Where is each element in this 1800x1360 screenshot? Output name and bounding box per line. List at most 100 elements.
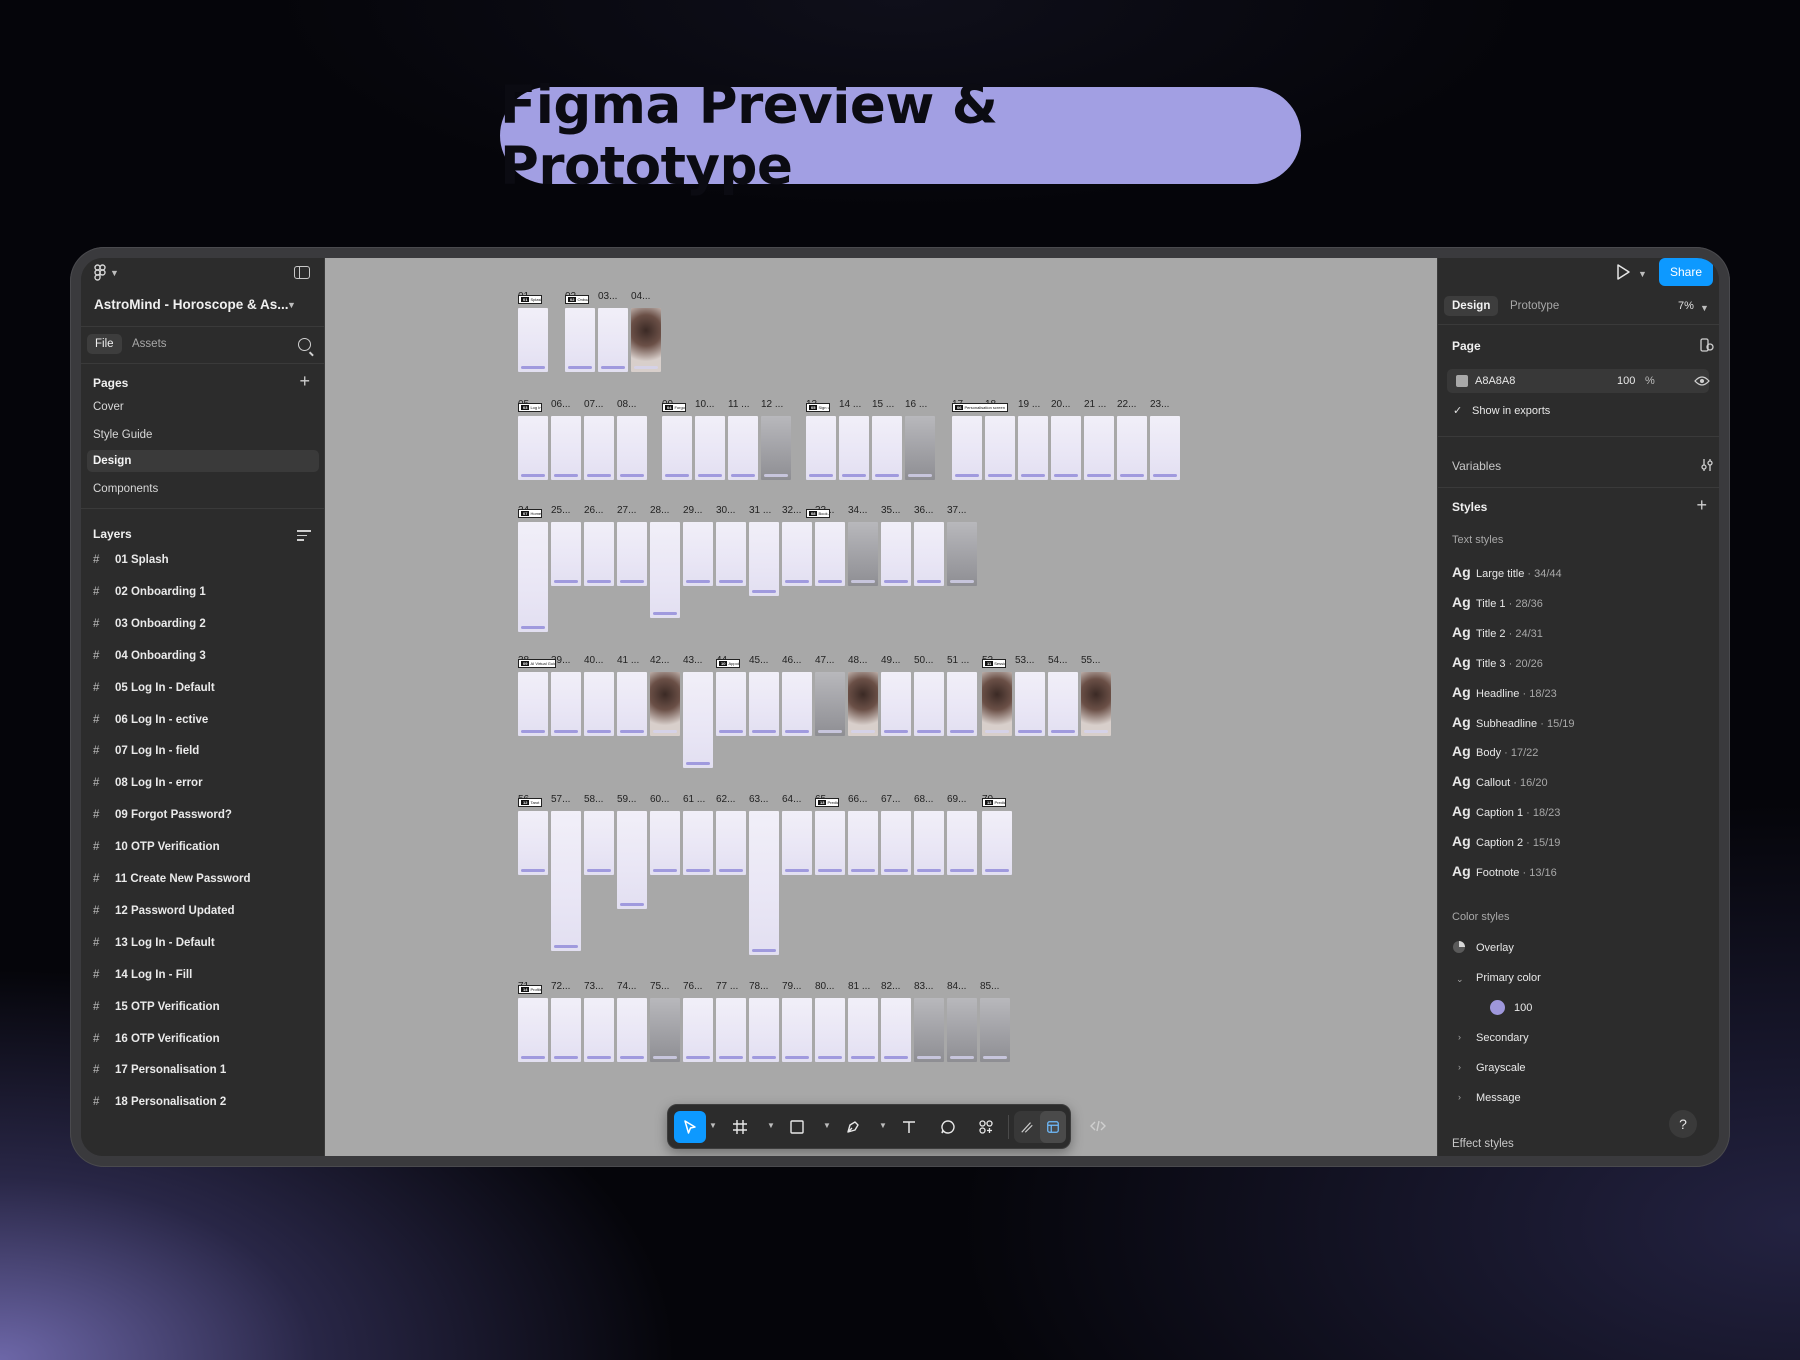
layer-item[interactable]: #13 Log In - Default [93, 937, 215, 959]
design-canvas[interactable]: 01...02...03...04...05...06...07...08...… [325, 258, 1437, 1156]
frame-thumbnail[interactable] [1081, 672, 1111, 736]
text-style-item[interactable]: Ag Footnote · 13/16 [1452, 863, 1557, 879]
frame-thumbnail[interactable] [565, 308, 595, 372]
page-item-cover[interactable]: Cover [87, 396, 319, 418]
frame-label[interactable]: 19 ... [1018, 399, 1040, 410]
tab-prototype[interactable]: Prototype [1510, 300, 1559, 312]
frame-thumbnail[interactable] [716, 522, 746, 586]
frame-thumbnail[interactable] [848, 998, 878, 1062]
frame-thumbnail[interactable] [683, 998, 713, 1062]
text-style-item[interactable]: Ag Title 1 · 28/36 [1452, 594, 1543, 610]
frame-label[interactable]: 80... [815, 981, 834, 992]
frame-thumbnail[interactable] [782, 811, 812, 875]
frame-label[interactable]: 40... [584, 655, 603, 666]
comment-tool-button[interactable] [932, 1111, 964, 1143]
frame-thumbnail[interactable] [650, 811, 680, 875]
color-swatch[interactable] [1456, 375, 1468, 387]
tab-design[interactable]: Design [1444, 296, 1499, 316]
frame-thumbnail[interactable] [782, 998, 812, 1062]
frame-label[interactable]: 43... [683, 655, 702, 666]
frame-thumbnail[interactable] [584, 416, 614, 480]
frame-thumbnail[interactable] [848, 811, 878, 875]
frame-thumbnail[interactable] [650, 998, 680, 1062]
section-tag[interactable]: 14 Profile [518, 985, 542, 994]
frame-label[interactable]: 77 ... [716, 981, 738, 992]
frame-label[interactable]: 11 ... [728, 399, 750, 410]
layer-item[interactable]: #17 Personalisation 1 [93, 1064, 226, 1086]
frame-label[interactable]: 22... [1117, 399, 1136, 410]
share-button[interactable]: Share [1659, 258, 1713, 286]
frame-thumbnail[interactable] [881, 522, 911, 586]
frame-thumbnail[interactable] [881, 672, 911, 736]
frame-thumbnail[interactable] [749, 998, 779, 1062]
frame-label[interactable]: 67... [881, 794, 900, 805]
text-style-item[interactable]: Ag Large title · 34/44 [1452, 564, 1562, 580]
frame-label[interactable]: 25... [551, 505, 570, 516]
zoom-dropdown[interactable]: 7% ▼ [1674, 296, 1714, 316]
frame-thumbnail[interactable] [1048, 672, 1078, 736]
frame-thumbnail[interactable] [551, 998, 581, 1062]
section-tag[interactable]: 13Predictions [815, 798, 839, 807]
page-item-style-guide[interactable]: Style Guide [87, 424, 319, 446]
frame-label[interactable]: 69... [947, 794, 966, 805]
frame-label[interactable]: 50... [914, 655, 933, 666]
layer-item[interactable]: #01 Splash [93, 554, 169, 576]
page-color-opacity[interactable]: 100 [1617, 375, 1635, 387]
variables-icon[interactable] [1700, 458, 1714, 472]
frame-label[interactable]: 32... [782, 505, 801, 516]
text-tool-button[interactable] [893, 1111, 925, 1143]
frame-thumbnail[interactable] [914, 522, 944, 586]
sort-icon[interactable] [297, 530, 311, 541]
layer-item[interactable]: #06 Log In - ective [93, 714, 208, 736]
eye-icon[interactable] [1694, 375, 1710, 387]
help-button[interactable]: ? [1669, 1110, 1697, 1138]
frame-thumbnail[interactable] [872, 416, 902, 480]
frame-thumbnail[interactable] [695, 416, 725, 480]
frame-thumbnail[interactable] [584, 672, 614, 736]
text-style-item[interactable]: Ag Caption 1 · 18/23 [1452, 803, 1560, 819]
frame-thumbnail[interactable] [716, 998, 746, 1062]
layer-item[interactable]: #03 Onboarding 2 [93, 618, 206, 640]
frame-thumbnail[interactable] [982, 672, 1012, 736]
frame-label[interactable]: 83... [914, 981, 933, 992]
frame-label[interactable]: 57... [551, 794, 570, 805]
frame-label[interactable]: 12 ... [761, 399, 783, 410]
layer-item[interactable]: #12 Password Updated [93, 905, 235, 927]
frame-thumbnail[interactable] [947, 522, 977, 586]
sidebar-toggle-icon[interactable] [294, 266, 310, 279]
section-tag[interactable]: 05Sign up [806, 403, 830, 412]
frame-thumbnail[interactable] [782, 672, 812, 736]
section-tag[interactable]: 12 Tarot [518, 798, 542, 807]
section-tag[interactable]: 07Home screen [518, 509, 542, 518]
frame-thumbnail[interactable] [749, 811, 779, 955]
frame-label[interactable]: 37... [947, 505, 966, 516]
dev-mode-button[interactable] [1083, 1110, 1113, 1142]
section-tag[interactable]: 03 Log In [518, 403, 542, 412]
frame-label[interactable]: 51 ... [947, 655, 969, 666]
frame-thumbnail[interactable] [716, 672, 746, 736]
frame-label[interactable]: 53... [1015, 655, 1034, 666]
frame-label[interactable]: 36... [914, 505, 933, 516]
chevron-down-icon[interactable]: ▼ [767, 1121, 775, 1130]
section-tag[interactable]: 06 Personalisation screen [952, 403, 1008, 412]
section-tag[interactable]: 02Onboarding [565, 295, 589, 304]
text-style-item[interactable]: Ag Title 2 · 24/31 [1452, 624, 1543, 640]
frame-thumbnail[interactable] [881, 811, 911, 875]
frame-thumbnail[interactable] [650, 522, 680, 618]
text-style-item[interactable]: Ag Subheadline · 15/19 [1452, 714, 1574, 730]
checkbox-icon[interactable]: ✓ [1453, 404, 1462, 417]
frame-label[interactable]: 68... [914, 794, 933, 805]
frame-label[interactable]: 27... [617, 505, 636, 516]
chevron-down-icon[interactable]: ▼ [823, 1121, 831, 1130]
frame-label[interactable]: 15 ... [872, 399, 894, 410]
frame-label[interactable]: 16 ... [905, 399, 927, 410]
frame-thumbnail[interactable] [1015, 672, 1045, 736]
layer-item[interactable]: #10 OTP Verification [93, 841, 220, 863]
frame-thumbnail[interactable] [584, 998, 614, 1062]
frame-label[interactable]: 42... [650, 655, 669, 666]
frame-thumbnail[interactable] [617, 811, 647, 909]
frame-thumbnail[interactable] [761, 416, 791, 480]
frame-thumbnail[interactable] [914, 998, 944, 1062]
frame-label[interactable]: 62... [716, 794, 735, 805]
frame-label[interactable]: 60... [650, 794, 669, 805]
